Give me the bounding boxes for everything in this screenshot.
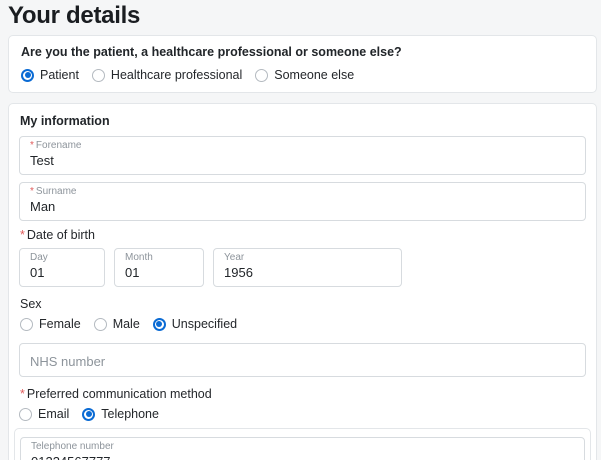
- required-marker: *: [20, 228, 25, 242]
- telephone-number-input[interactable]: [31, 454, 574, 460]
- dob-year-input[interactable]: [224, 265, 391, 281]
- forename-input[interactable]: [30, 153, 575, 169]
- surname-label: *Surname: [30, 186, 575, 198]
- telephone-number-field[interactable]: Telephone number: [20, 437, 585, 460]
- radio-unchecked-icon[interactable]: [92, 69, 105, 82]
- dob-year-field[interactable]: Year: [213, 248, 402, 287]
- sex-radio-group: Female Male Unspecified: [20, 317, 586, 331]
- radio-option-male[interactable]: Male: [94, 317, 140, 331]
- date-of-birth-row: Day Month Year: [19, 248, 586, 287]
- radio-checked-icon[interactable]: [153, 318, 166, 331]
- required-marker: *: [30, 186, 34, 197]
- radio-option-female-label: Female: [39, 317, 81, 331]
- patient-type-question: Are you the patient, a healthcare profes…: [21, 45, 584, 59]
- your-details-page: Your details Are you the patient, a heal…: [0, 0, 601, 460]
- radio-unchecked-icon[interactable]: [19, 408, 32, 421]
- dob-day-label: Day: [30, 252, 94, 264]
- nhs-number-field[interactable]: [19, 343, 586, 377]
- required-marker: *: [30, 140, 34, 151]
- sex-label: Sex: [20, 297, 586, 311]
- radio-unchecked-icon[interactable]: [255, 69, 268, 82]
- radio-option-someone-else-label: Someone else: [274, 68, 354, 82]
- preferred-communication-label: *Preferred communication method: [20, 387, 586, 401]
- radio-option-someone-else[interactable]: Someone else: [255, 68, 354, 82]
- contact-details-card: Telephone number Email: [14, 428, 591, 460]
- radio-option-female[interactable]: Female: [20, 317, 81, 331]
- forename-field[interactable]: *Forename: [19, 136, 586, 175]
- radio-option-patient-label: Patient: [40, 68, 79, 82]
- dob-day-field[interactable]: Day: [19, 248, 105, 287]
- preferred-communication-radio-group: Email Telephone: [19, 407, 586, 421]
- radio-unchecked-icon[interactable]: [94, 318, 107, 331]
- radio-unchecked-icon[interactable]: [20, 318, 33, 331]
- patient-type-radio-group: Patient Healthcare professional Someone …: [21, 68, 584, 82]
- radio-checked-icon[interactable]: [21, 69, 34, 82]
- dob-month-field[interactable]: Month: [114, 248, 204, 287]
- radio-option-telephone[interactable]: Telephone: [82, 407, 159, 421]
- dob-month-label: Month: [125, 252, 193, 264]
- required-marker: *: [20, 387, 25, 401]
- page-title: Your details: [8, 3, 597, 29]
- dob-day-input[interactable]: [30, 265, 94, 281]
- dob-year-label: Year: [224, 252, 391, 264]
- telephone-number-label: Telephone number: [31, 441, 574, 453]
- my-information-card: My information *Forename *Surname *Date …: [8, 103, 597, 460]
- radio-option-healthcare-professional[interactable]: Healthcare professional: [92, 68, 242, 82]
- radio-option-telephone-label: Telephone: [101, 407, 159, 421]
- radio-option-unspecified-label: Unspecified: [172, 317, 237, 331]
- radio-checked-icon[interactable]: [82, 408, 95, 421]
- nhs-number-input[interactable]: [30, 354, 575, 370]
- surname-field[interactable]: *Surname: [19, 182, 586, 221]
- radio-option-unspecified[interactable]: Unspecified: [153, 317, 237, 331]
- radio-option-healthcare-professional-label: Healthcare professional: [111, 68, 242, 82]
- date-of-birth-label: *Date of birth: [20, 228, 586, 242]
- dob-month-input[interactable]: [125, 265, 193, 281]
- radio-option-email-label: Email: [38, 407, 69, 421]
- patient-type-card: Are you the patient, a healthcare profes…: [8, 35, 597, 93]
- radio-option-male-label: Male: [113, 317, 140, 331]
- my-information-heading: My information: [20, 114, 586, 128]
- forename-label: *Forename: [30, 140, 575, 152]
- radio-option-patient[interactable]: Patient: [21, 68, 79, 82]
- surname-input[interactable]: [30, 199, 575, 215]
- radio-option-email[interactable]: Email: [19, 407, 69, 421]
